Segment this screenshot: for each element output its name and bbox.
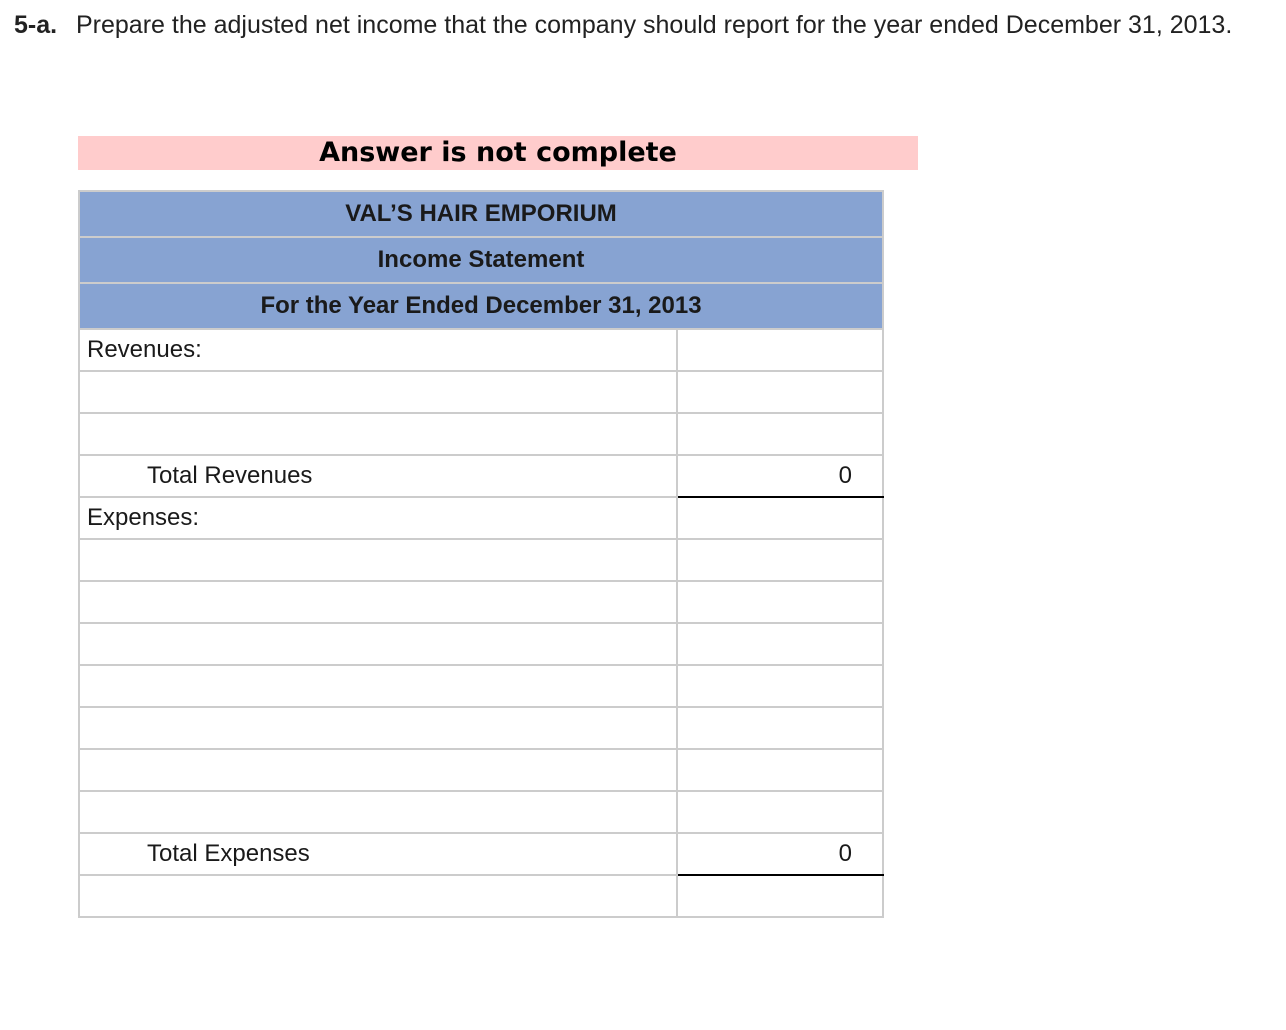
expense-row [78,664,885,708]
revenue-row [78,370,885,414]
total-revenues-row: Total Revenues 0 [78,454,885,498]
income-statement-table: VAL’S HAIR EMPORIUM Income Statement For… [77,190,885,918]
answer-status-banner: Answer is not complete [78,136,918,170]
expense-row [78,538,885,582]
question-number: 5-a. [14,11,58,39]
expense-row [78,580,885,624]
statement-period: For the Year Ended December 31, 2013 [77,282,885,330]
net-income-label-input[interactable] [78,874,678,918]
question-text: Prepare the adjusted net income that the… [76,11,1233,39]
total-expenses-label: Total Expenses [78,832,678,876]
revenue-account-input[interactable] [78,370,678,414]
expense-account-input[interactable] [78,748,678,792]
expense-amount-input[interactable] [675,790,885,834]
expense-row [78,706,885,750]
statement-title: Income Statement [77,236,885,284]
revenue-account-input[interactable] [78,412,678,456]
revenue-amount-input[interactable] [675,370,885,414]
expenses-label: Expenses: [78,496,678,540]
expense-row [78,748,885,792]
expense-account-input[interactable] [78,664,678,708]
total-revenues-value: 0 [675,454,885,498]
question: 5-a. Prepare the adjusted net income tha… [14,10,1254,40]
expense-amount-input[interactable] [675,622,885,666]
revenues-header-amount-input[interactable] [675,328,885,372]
total-revenues-label: Total Revenues [78,454,678,498]
expense-account-input[interactable] [78,790,678,834]
expense-account-input[interactable] [78,538,678,582]
expense-amount-input[interactable] [675,748,885,792]
total-expenses-row: Total Expenses 0 [78,832,885,876]
expenses-header-row: Expenses: [78,496,885,540]
expense-amount-input[interactable] [675,538,885,582]
expense-row [78,622,885,666]
expense-account-input[interactable] [78,580,678,624]
total-expenses-value: 0 [675,832,885,876]
expense-amount-input[interactable] [675,580,885,624]
expense-amount-input[interactable] [675,706,885,750]
revenue-amount-input[interactable] [675,412,885,456]
expense-account-input[interactable] [78,706,678,750]
net-income-row [78,874,885,918]
net-income-amount-input[interactable] [675,874,885,918]
expense-amount-input[interactable] [675,664,885,708]
expenses-header-amount-input[interactable] [675,496,885,540]
revenue-row [78,412,885,456]
revenues-header-row: Revenues: [78,328,885,372]
expense-account-input[interactable] [78,622,678,666]
expense-row [78,790,885,834]
company-name: VAL’S HAIR EMPORIUM [77,190,885,238]
revenues-label: Revenues: [78,328,678,372]
